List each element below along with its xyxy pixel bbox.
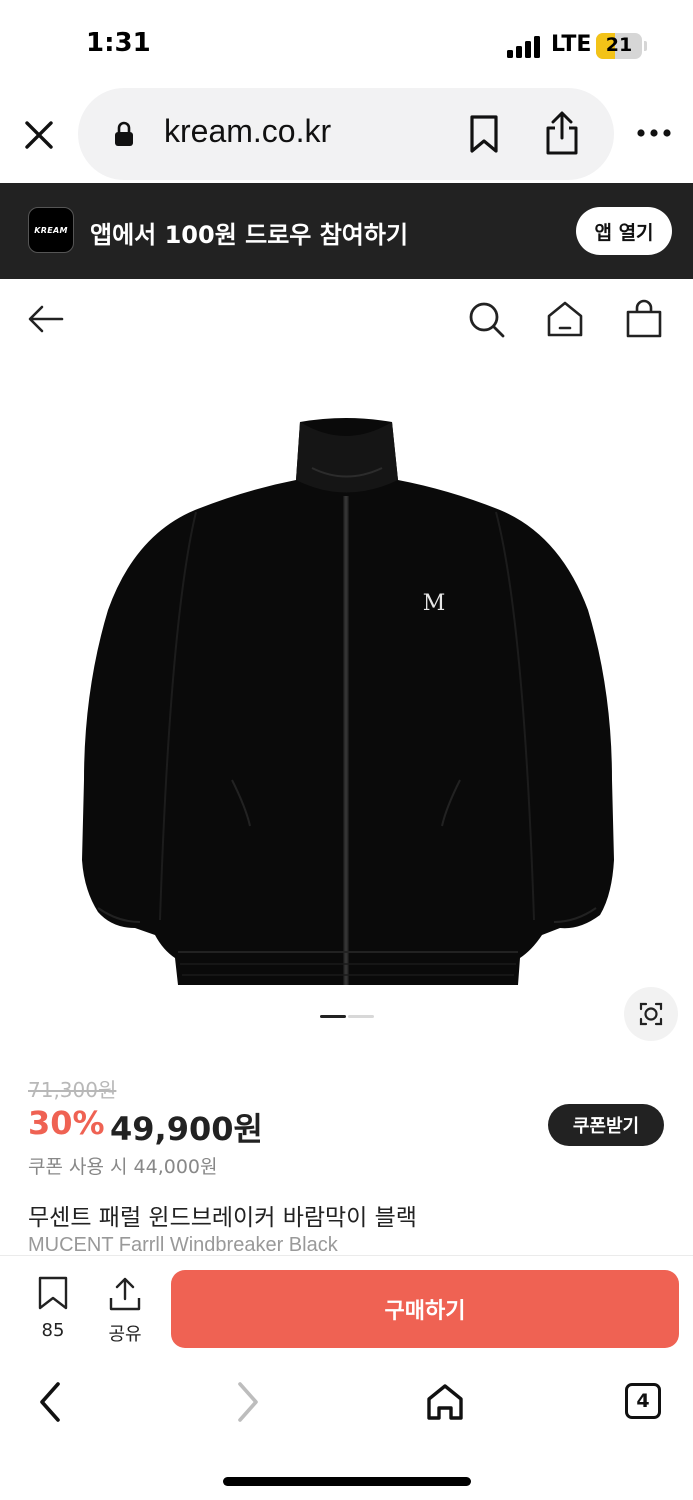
jacket-logo: M bbox=[423, 591, 446, 616]
product-image[interactable]: M bbox=[0, 360, 693, 1050]
action-bar: 85 공유 구매하기 bbox=[0, 1255, 693, 1360]
back-arrow-icon[interactable] bbox=[26, 299, 66, 339]
open-app-button[interactable]: 앱 열기 bbox=[576, 207, 672, 255]
home-indicator bbox=[223, 1477, 471, 1486]
jacket-image: M bbox=[82, 418, 614, 985]
address-bar[interactable]: kream.co.kr bbox=[78, 88, 614, 180]
browser-home-icon[interactable] bbox=[423, 1380, 467, 1424]
share-icon bbox=[109, 1277, 141, 1311]
home-icon[interactable] bbox=[545, 299, 585, 339]
shopping-bag-icon[interactable] bbox=[624, 299, 664, 339]
sale-price: 49,900원 bbox=[110, 1110, 263, 1148]
wish-count: 85 bbox=[41, 1320, 65, 1341]
image-search-button[interactable] bbox=[624, 987, 678, 1041]
bookmark-icon[interactable] bbox=[468, 114, 500, 154]
browser-bar: kream.co.kr bbox=[0, 88, 693, 184]
buy-button[interactable]: 구매하기 bbox=[171, 1270, 679, 1348]
share-label: 공유 bbox=[108, 1324, 142, 1345]
battery-icon: 21 bbox=[596, 33, 642, 59]
status-time: 1:31 bbox=[86, 28, 151, 58]
more-icon[interactable] bbox=[636, 128, 672, 138]
product-name: 무센트 패럴 윈드브레이커 바람막이 블랙 bbox=[28, 1205, 417, 1231]
site-header bbox=[0, 279, 693, 359]
lens-icon bbox=[639, 1002, 663, 1026]
coupon-button[interactable]: 쿠폰받기 bbox=[548, 1104, 664, 1146]
browser-forward-icon bbox=[238, 1382, 258, 1422]
battery-tip bbox=[644, 41, 647, 51]
network-label: LTE bbox=[551, 32, 592, 57]
share-button[interactable]: 공유 bbox=[100, 1276, 150, 1346]
kream-logo: KREAM bbox=[28, 207, 74, 253]
discount-rate: 30% bbox=[28, 1104, 105, 1142]
url-text: kream.co.kr bbox=[164, 113, 332, 149]
coupon-price: 쿠폰 사용 시 44,000원 bbox=[28, 1156, 218, 1178]
status-bar: 1:31 LTE 21 bbox=[0, 0, 693, 90]
lock-icon bbox=[115, 121, 133, 146]
image-pager bbox=[320, 1015, 374, 1019]
close-icon[interactable] bbox=[20, 116, 58, 154]
bookmark-icon bbox=[38, 1276, 68, 1310]
app-banner: KREAM 앱에서 100원 드로우 참여하기 앱 열기 bbox=[0, 183, 693, 279]
banner-text: 앱에서 100원 드로우 참여하기 bbox=[90, 221, 409, 249]
wish-button[interactable]: 85 bbox=[28, 1276, 78, 1346]
search-icon[interactable] bbox=[466, 299, 506, 339]
product-name-en: MUCENT Farrll Windbreaker Black bbox=[28, 1234, 338, 1256]
pager-dot bbox=[348, 1015, 374, 1018]
tabs-button[interactable]: 4 bbox=[625, 1383, 661, 1419]
pager-dot-active bbox=[320, 1015, 346, 1018]
signal-icon bbox=[507, 34, 545, 58]
browser-toolbar: 4 bbox=[0, 1360, 693, 1500]
share-icon[interactable] bbox=[544, 110, 580, 156]
battery-level: 21 bbox=[605, 34, 633, 56]
browser-back-icon[interactable] bbox=[30, 1380, 74, 1424]
original-price: 71,300원 bbox=[28, 1078, 117, 1102]
